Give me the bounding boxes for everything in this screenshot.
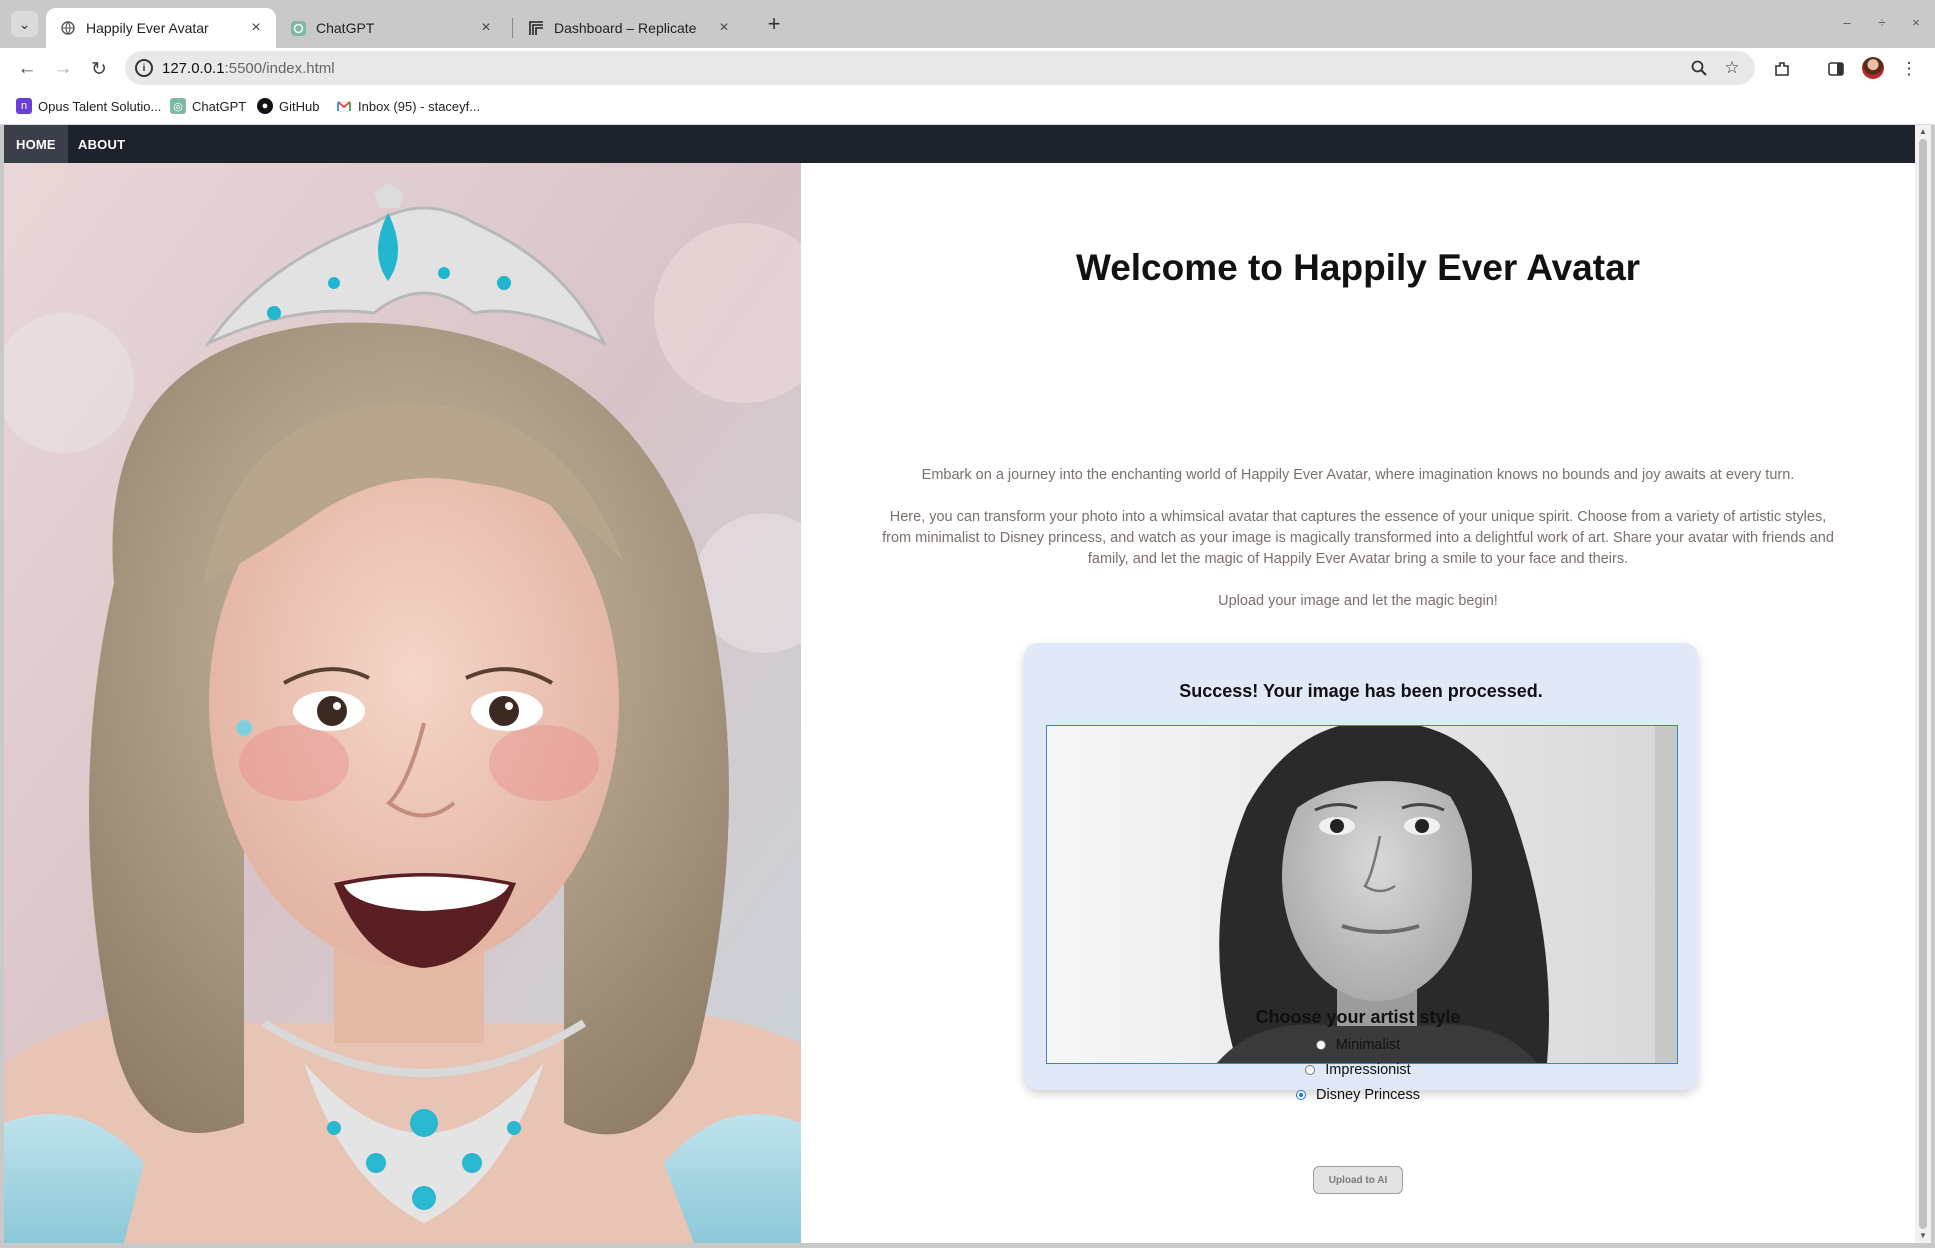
menu-icon[interactable]: ⋮ <box>1897 57 1921 81</box>
tab-separator <box>512 18 513 38</box>
style-label: Disney Princess <box>1316 1087 1420 1103</box>
extensions-icon[interactable] <box>1770 57 1794 81</box>
back-button[interactable]: ← <box>12 54 42 84</box>
tab-chatgpt[interactable]: ChatGPT × <box>276 8 506 48</box>
bookmarks-bar: n Opus Talent Solutio... ◎ ChatGPT ● Git… <box>0 88 1935 125</box>
style-option-impressionist[interactable]: Impressionist <box>801 1062 1915 1078</box>
scroll-up-icon[interactable]: ▲ <box>1917 127 1929 137</box>
url-host: 127.0.0.1 <box>162 60 225 77</box>
reload-icon: ↻ <box>91 58 107 80</box>
close-icon[interactable]: × <box>714 18 734 38</box>
tab-search-button[interactable]: ⌄ <box>11 11 38 37</box>
arrow-right-icon: → <box>53 58 73 79</box>
style-label: Minimalist <box>1335 1037 1401 1053</box>
reload-button[interactable]: ↻ <box>84 54 114 84</box>
tab-happily-ever-avatar[interactable]: Happily Ever Avatar × <box>46 8 276 48</box>
radio-minimalist[interactable] <box>1315 1040 1326 1050</box>
upload-to-ai-button[interactable]: Upload to AI <box>1313 1166 1403 1194</box>
scrollbar-thumb[interactable] <box>1919 139 1927 1229</box>
close-icon[interactable]: × <box>246 18 266 38</box>
tab-title: Happily Ever Avatar <box>86 20 209 36</box>
nav-home-link[interactable]: HOME <box>4 125 68 163</box>
main-content: Welcome to Happily Ever Avatar Embark on… <box>801 163 1915 1243</box>
plus-icon: + <box>767 11 781 36</box>
bookmark-chatgpt[interactable]: ◎ ChatGPT <box>170 94 246 118</box>
tab-title: Dashboard – Replicate <box>554 20 697 36</box>
bookmark-label: GitHub <box>279 98 320 114</box>
intro-paragraph-2: Here, you can transform your photo into … <box>882 509 1834 567</box>
bookmark-label: ChatGPT <box>192 98 247 114</box>
maximize-button[interactable]: ÷ <box>1872 12 1892 32</box>
maximize-icon: ÷ <box>1878 14 1886 30</box>
style-label: Impressionist <box>1325 1062 1411 1078</box>
chatgpt-icon: ◎ <box>170 98 186 114</box>
scroll-down-icon[interactable]: ▼ <box>1917 1231 1929 1241</box>
close-icon[interactable]: × <box>476 18 496 38</box>
minimize-icon: – <box>1843 14 1851 30</box>
site-navbar: HOME ABOUT <box>4 125 1915 163</box>
zoom-icon[interactable] <box>1687 56 1711 80</box>
page-scrollbar[interactable]: ▲ ▼ <box>1915 125 1931 1243</box>
tab-dashboard-replicate[interactable]: Dashboard – Replicate × <box>514 8 744 48</box>
style-option-minimalist[interactable]: Minimalist <box>801 1037 1915 1053</box>
forward-button[interactable]: → <box>48 54 78 84</box>
tab-strip: ⌄ Happily Ever Avatar × ChatGPT × Dashbo… <box>0 0 1935 48</box>
radio-disney-princess[interactable] <box>1296 1090 1307 1100</box>
profile-avatar[interactable] <box>1862 57 1884 79</box>
url-path: :5500/index.html <box>224 60 335 77</box>
chevron-down-icon: ⌄ <box>18 15 31 32</box>
minimize-button[interactable]: – <box>1837 12 1857 32</box>
chatgpt-icon <box>290 20 306 36</box>
address-bar[interactable]: i 127.0.0.1:5500/index.html ☆ <box>125 51 1755 85</box>
github-icon: ● <box>257 98 273 114</box>
bookmark-star-icon[interactable]: ☆ <box>1720 56 1744 80</box>
bookmark-label: Opus Talent Solutio... <box>38 98 162 114</box>
window-close-button[interactable]: × <box>1906 12 1926 32</box>
bookmark-label: Inbox (95) - staceyf... <box>358 98 481 114</box>
result-status-title: Success! Your image has been processed. <box>1179 681 1543 701</box>
upload-button-label: Upload to AI <box>1313 1166 1403 1194</box>
arrow-left-icon: ← <box>17 58 37 79</box>
opus-icon: n <box>16 98 32 114</box>
nav-about-link[interactable]: ABOUT <box>66 125 137 163</box>
bookmark-gmail[interactable]: Inbox (95) - staceyf... <box>336 94 480 118</box>
hero-avatar-image <box>4 163 801 1243</box>
browser-toolbar: ← → ↻ i 127.0.0.1:5500/index.html ☆ ⋮ <box>0 48 1935 88</box>
radio-impressionist[interactable] <box>1305 1065 1316 1075</box>
close-icon: × <box>1912 14 1920 30</box>
page-viewport: HOME ABOUT Welcome to Happily Ever Avata… <box>4 125 1915 1243</box>
url-text[interactable]: 127.0.0.1:5500/index.html <box>162 60 335 77</box>
globe-icon <box>60 20 76 36</box>
style-section-title: Choose your artist style <box>1255 1007 1461 1027</box>
page-title: Welcome to Happily Ever Avatar <box>1075 247 1641 288</box>
bookmark-opus[interactable]: n Opus Talent Solutio... <box>16 94 161 118</box>
replicate-icon <box>528 20 544 36</box>
gmail-icon <box>336 98 352 114</box>
intro-paragraph-3: Upload your image and let the magic begi… <box>1218 593 1498 609</box>
intro-paragraph-1: Embark on a journey into the enchanting … <box>921 467 1795 483</box>
site-info-icon[interactable]: i <box>133 57 155 79</box>
bookmark-github[interactable]: ● GitHub <box>257 94 319 118</box>
new-tab-button[interactable]: + <box>762 11 786 36</box>
style-option-disney-princess[interactable]: Disney Princess <box>801 1087 1915 1103</box>
tab-title: ChatGPT <box>316 20 375 36</box>
side-panel-icon[interactable] <box>1824 57 1848 81</box>
